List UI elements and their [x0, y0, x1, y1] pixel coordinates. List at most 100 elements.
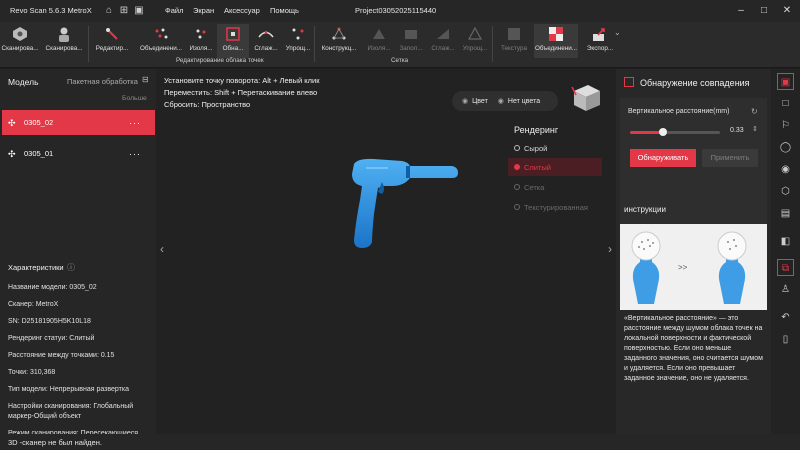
menu-view[interactable]: Экран: [193, 6, 214, 15]
apply-button[interactable]: Применить: [702, 149, 758, 167]
tool-merge[interactable]: Объединени...: [138, 24, 184, 58]
tool-merge-texture[interactable]: Объединени...: [534, 24, 578, 58]
color-toggle[interactable]: ◉ Цвет ◉ Нет цвета: [452, 91, 558, 111]
slider-handle[interactable]: [659, 128, 668, 136]
layer-icon[interactable]: ◧: [777, 233, 794, 250]
render-option-label: Слитый: [524, 162, 551, 172]
tool-isolate[interactable]: Изоля...: [186, 24, 216, 58]
detect-button[interactable]: Обнаруживать: [630, 149, 696, 167]
distance-slider[interactable]: [630, 128, 720, 136]
render-option-label: Текстурированная: [524, 202, 588, 212]
frame-icon[interactable]: □: [777, 95, 794, 112]
prop-scanner: Сканер: MetroX: [8, 301, 59, 308]
title-bar: Revo Scan 5.6.3 MetroX ⌂ ⊞ ▣ Файл Экран …: [0, 0, 800, 22]
prop-model-name: Название модели: 0305_02: [8, 284, 97, 291]
person-icon[interactable]: ♙: [777, 281, 794, 298]
menu-help[interactable]: Помощь: [270, 6, 299, 15]
tool-fill-holes[interactable]: Запол...: [396, 24, 426, 58]
render-option-raw[interactable]: Сырой: [508, 139, 602, 157]
flag-icon[interactable]: ⚐: [777, 117, 794, 134]
tool-edit[interactable]: Редактир...: [92, 24, 132, 58]
undo-icon[interactable]: ↶: [777, 309, 794, 326]
color-on-label[interactable]: Цвет: [472, 98, 488, 105]
prop-render-status: Рендеринг статуи: Слитый: [8, 335, 95, 342]
minimize-icon[interactable]: –: [733, 4, 749, 18]
grid-icon[interactable]: ▤: [777, 205, 794, 222]
render-option-label: Сырой: [524, 143, 548, 153]
slider-value[interactable]: 0.33: [730, 127, 744, 134]
model-item-0305-01[interactable]: ✣ 0305_01 ···: [2, 141, 155, 166]
tool-label: Изоля...: [367, 45, 391, 52]
simplify-icon: [292, 28, 304, 40]
texture-icon: [508, 28, 520, 40]
edit-brush-icon: [106, 28, 118, 40]
chevron-down-icon[interactable]: ⌄: [614, 28, 621, 37]
ruler-icon[interactable]: ▯: [777, 331, 794, 348]
menu-file[interactable]: Файл: [165, 6, 183, 15]
batch-process-link[interactable]: Пакетная обработка: [67, 77, 138, 86]
tool-isolate-mesh[interactable]: Изоля...: [364, 24, 394, 58]
prop-sn: SN: D25181905H5K10L18: [8, 318, 91, 325]
tool-label: Сглаж...: [431, 45, 455, 52]
color-off-label[interactable]: Нет цвета: [508, 98, 540, 105]
add-file-icon[interactable]: ⊞: [118, 5, 130, 17]
save-icon[interactable]: ▣: [133, 5, 145, 17]
prop-points: Точки: 310,368: [8, 369, 56, 376]
tool-label: Текстура: [500, 45, 527, 52]
stepper-icon[interactable]: ⇕: [752, 125, 758, 133]
info-icon[interactable]: ⓘ: [67, 262, 75, 273]
tool-texture[interactable]: Текстура: [494, 24, 534, 58]
model-item-0305-02[interactable]: ✣ 0305_02 ···: [2, 110, 155, 135]
close-icon[interactable]: ✕: [779, 4, 795, 18]
instructions-title: инструкции: [624, 205, 666, 214]
model-title: Модель: [8, 77, 39, 87]
hint-pivot: Установите точку поворота: Alt + Левый к…: [164, 76, 320, 85]
tool-label: Объединени...: [534, 45, 577, 52]
isolate-icon: [196, 29, 206, 39]
tool-scan-person[interactable]: Сканирова...: [44, 24, 84, 58]
simplify-mesh-icon: [467, 26, 483, 40]
collapse-right-icon[interactable]: ›: [604, 241, 616, 257]
collapse-left-icon[interactable]: ‹: [156, 241, 168, 257]
detect-tool-icon[interactable]: ▣: [777, 73, 794, 90]
tool-scan-object[interactable]: Сканирова...: [0, 24, 40, 58]
more-options-icon[interactable]: ···: [129, 149, 141, 159]
more-label[interactable]: Больше: [122, 95, 147, 102]
svg-text:>>: >>: [678, 263, 688, 272]
menu-accessory[interactable]: Аксессуар: [224, 6, 260, 15]
tool-label: Конструкц...: [321, 45, 357, 52]
render-option-fused[interactable]: Слитый: [508, 158, 602, 176]
smooth-icon: [258, 30, 274, 38]
tool-label: Обна...: [222, 45, 244, 52]
scanned-model[interactable]: [348, 156, 460, 252]
hint-move: Переместить: Shift + Перетаскивание влев…: [164, 88, 318, 97]
render-option-textured[interactable]: Текстурированная: [508, 198, 602, 216]
props-list: Название модели: 0305_02 Сканер: MetroX …: [8, 283, 153, 450]
tool-smooth-mesh[interactable]: Сглаж...: [428, 24, 458, 58]
maximize-icon[interactable]: □: [756, 4, 772, 18]
tool-label: Сканирова...: [45, 45, 83, 52]
scanner-icon: [13, 27, 27, 41]
right-toolbar: ▣ □ ⚐ ◯ ◉ ⬡ ▤ ◧ ⧉ ♙ ↶ ▯: [771, 69, 800, 434]
expand-icon[interactable]: ⊟: [142, 75, 149, 84]
cube-icon[interactable]: ⬡: [777, 183, 794, 200]
model-name: 0305_02: [24, 118, 54, 127]
tool-detect[interactable]: Обна...: [217, 24, 249, 58]
copy-icon[interactable]: ⧉: [777, 259, 794, 276]
prop-scan-settings: Настройки сканирования: Глобальный марке…: [8, 403, 134, 420]
tool-simplify-mesh[interactable]: Упрощ...: [460, 24, 490, 58]
palette-icon[interactable]: ◉: [777, 161, 794, 178]
comment-icon[interactable]: ◯: [777, 139, 794, 156]
3d-viewport[interactable]: Установите точку поворота: Alt + Левый к…: [156, 69, 616, 434]
render-option-mesh[interactable]: Сетка: [508, 178, 602, 196]
view-cube-icon[interactable]: [568, 81, 606, 115]
more-options-icon[interactable]: ···: [129, 118, 141, 128]
tool-construct[interactable]: Конструкц...: [316, 24, 362, 58]
palette-icon: ◉: [462, 98, 469, 105]
tool-simplify[interactable]: Упрощ...: [282, 24, 314, 58]
model-name: 0305_01: [24, 149, 54, 158]
reset-icon[interactable]: ↻: [751, 107, 758, 116]
app-title: Revo Scan 5.6.3 MetroX: [10, 6, 92, 15]
home-icon[interactable]: ⌂: [103, 5, 115, 17]
tool-smooth[interactable]: Сглаж...: [250, 24, 282, 58]
